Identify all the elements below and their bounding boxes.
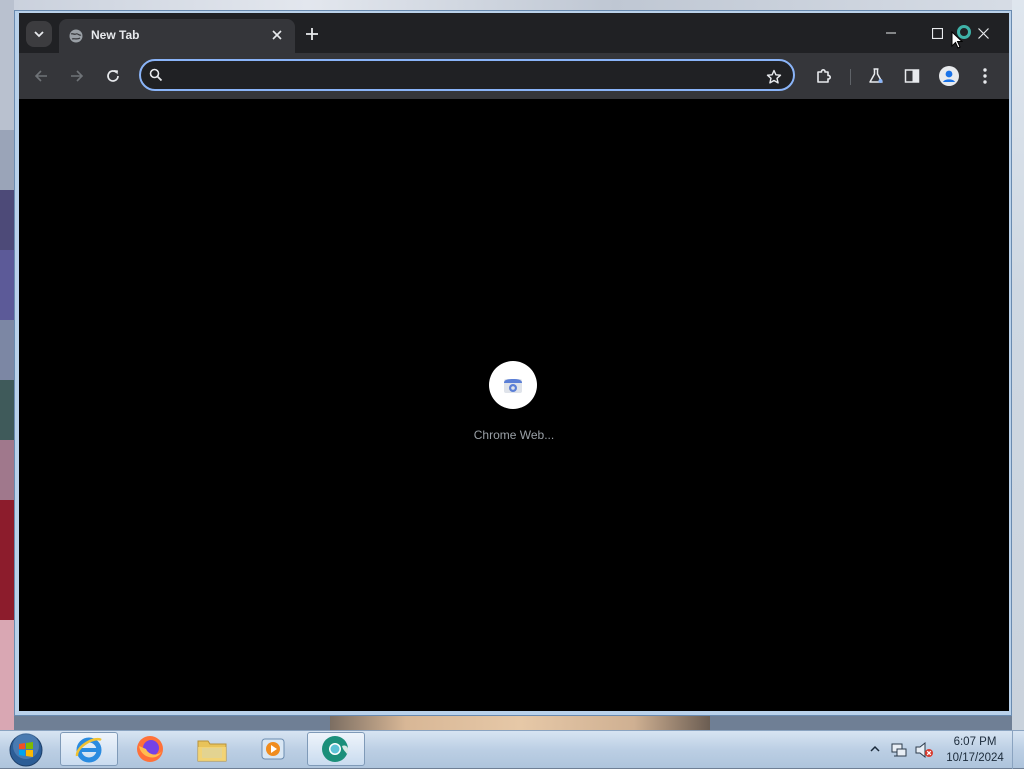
tab-title: New Tab <box>91 28 140 42</box>
maximize-icon <box>931 27 943 39</box>
profile-button[interactable] <box>935 62 963 90</box>
flask-icon <box>869 68 883 83</box>
volume-muted-icon[interactable] <box>914 741 934 759</box>
taskbar-chrome-canary[interactable] <box>307 732 365 766</box>
browser-window: New Tab Chrome Web... <box>14 10 1012 716</box>
firefox-icon <box>137 736 163 762</box>
arrow-left-icon <box>34 70 47 82</box>
browser-toolbar <box>19 53 1009 99</box>
menu-button[interactable] <box>971 62 999 90</box>
show-desktop-button[interactable] <box>1012 731 1024 769</box>
taskbar-media-player[interactable] <box>244 732 302 766</box>
network-icon[interactable] <box>890 741 908 759</box>
show-hidden-icons-icon[interactable] <box>870 745 880 753</box>
reload-button[interactable] <box>99 62 127 90</box>
chrome-web-store-icon <box>504 379 522 393</box>
desktop-background-bottom <box>330 716 710 730</box>
star-icon <box>766 69 782 84</box>
taskbar: 6:07 PM 10/17/2024 <box>0 730 1024 769</box>
minimize-button[interactable] <box>871 21 911 45</box>
media-player-icon <box>261 738 285 760</box>
address-input[interactable] <box>173 65 757 89</box>
reload-icon <box>107 70 119 82</box>
clock-time: 6:07 PM <box>953 736 997 748</box>
close-icon <box>977 27 989 39</box>
close-icon <box>272 30 282 40</box>
desktop-background-right <box>1012 0 1024 730</box>
taskbar-firefox[interactable] <box>121 732 179 766</box>
tab-close-button[interactable] <box>267 25 287 45</box>
mouse-pointer-icon <box>951 31 963 49</box>
desktop-background-left <box>0 0 14 730</box>
puzzle-icon <box>817 69 831 83</box>
tab-search-button[interactable] <box>26 21 52 47</box>
tab-new-tab[interactable]: New Tab <box>59 19 295 53</box>
close-window-button[interactable] <box>963 21 1003 45</box>
taskbar-internet-explorer[interactable] <box>60 732 118 766</box>
app-icon-badge <box>489 361 537 409</box>
new-tab-button[interactable] <box>301 23 323 45</box>
chrome-canary-icon <box>322 736 349 762</box>
back-button[interactable] <box>27 62 55 90</box>
labs-button[interactable] <box>862 62 890 90</box>
tab-strip: New Tab <box>19 13 1009 53</box>
toolbar-divider <box>850 69 851 85</box>
extensions-button[interactable] <box>810 62 838 90</box>
address-bar[interactable] <box>139 59 795 91</box>
chevron-down-icon <box>34 31 44 38</box>
plus-icon <box>306 28 318 40</box>
arrow-right-icon <box>71 70 84 82</box>
side-panel-button[interactable] <box>898 62 926 90</box>
side-panel-icon <box>904 69 920 83</box>
page-content: Chrome Web... <box>19 99 1009 711</box>
bookmark-star-button[interactable] <box>763 66 785 88</box>
minimize-icon <box>886 32 896 34</box>
globe-icon <box>69 29 83 43</box>
internet-explorer-icon <box>75 737 102 763</box>
more-vertical-icon <box>983 68 987 84</box>
windows-orb-icon <box>9 733 43 767</box>
avatar-icon <box>939 66 959 86</box>
search-icon <box>149 68 163 82</box>
folder-icon <box>197 740 227 762</box>
start-button[interactable] <box>6 732 46 768</box>
clock[interactable]: 6:07 PM 10/17/2024 <box>940 734 1010 766</box>
forward-button[interactable] <box>63 62 91 90</box>
loading-app-label: Chrome Web... <box>473 428 555 442</box>
clock-date: 10/17/2024 <box>946 752 1004 764</box>
chrome-frame: New Tab Chrome Web... <box>19 13 1009 711</box>
taskbar-file-explorer[interactable] <box>183 732 241 766</box>
